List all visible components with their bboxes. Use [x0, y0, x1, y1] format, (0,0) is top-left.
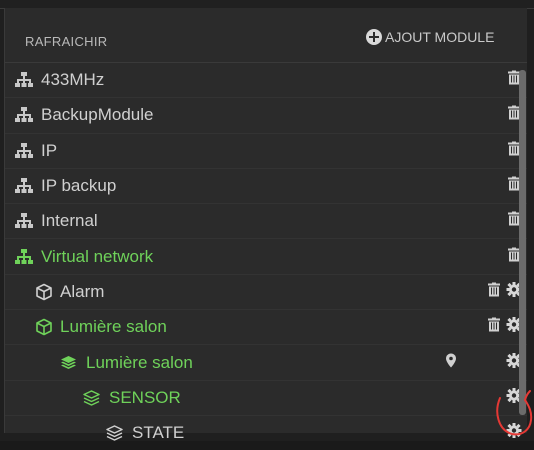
network-icon — [15, 107, 33, 123]
add-module-button[interactable]: AJOUT MODULE — [366, 29, 494, 45]
module-row-lumiere-salon[interactable]: Lumière salon — [5, 310, 527, 346]
trash-icon[interactable] — [488, 282, 500, 301]
network-row-433mhz[interactable]: 433MHz — [5, 63, 527, 99]
network-label: Internal — [41, 211, 98, 231]
network-icon — [15, 142, 33, 159]
network-label: IP — [41, 140, 58, 160]
network-icon — [15, 72, 33, 88]
device-row-state[interactable]: STATE — [5, 416, 527, 450]
network-icon — [15, 248, 33, 265]
network-row-ip-backup[interactable]: IP backup — [5, 169, 527, 205]
module-panel: RAFRAICHIR AJOUT MODULE 433MHz BackupMod… — [4, 8, 527, 442]
network-icon — [15, 178, 33, 194]
layers-icon — [60, 355, 77, 371]
annotation-circle — [496, 390, 534, 443]
module-label: Alarm — [60, 281, 105, 301]
network-row-ip[interactable]: IP — [5, 134, 527, 169]
network-label: Virtual network — [41, 246, 154, 266]
module-label: Lumière salon — [60, 317, 167, 337]
network-row-internal[interactable]: Internal — [5, 204, 527, 240]
cube-icon — [35, 318, 53, 336]
module-row-alarm[interactable]: Alarm — [5, 275, 527, 311]
device-label: SENSOR — [109, 387, 181, 407]
network-icon — [15, 213, 33, 229]
panel-header: RAFRAICHIR AJOUT MODULE — [5, 16, 527, 63]
network-label: IP backup — [41, 176, 117, 196]
map-pin-icon[interactable] — [446, 353, 456, 372]
device-label: STATE — [132, 423, 185, 443]
layers-icon — [106, 425, 123, 441]
device-row-sensor[interactable]: SENSOR — [5, 381, 527, 416]
add-module-label: AJOUT MODULE — [385, 29, 495, 45]
device-row-lumiere-salon[interactable]: Lumière salon — [5, 345, 527, 381]
network-row-backupmodule[interactable]: BackupModule — [5, 98, 527, 134]
refresh-button[interactable]: RAFRAICHIR — [25, 34, 107, 49]
app-frame: RAFRAICHIR AJOUT MODULE 433MHz BackupMod… — [0, 0, 534, 443]
network-row-virtual-network[interactable]: Virtual network — [5, 239, 527, 275]
trash-icon[interactable] — [488, 317, 500, 337]
scrollbar[interactable] — [519, 70, 526, 415]
layers-icon — [83, 390, 100, 406]
network-label: BackupModule — [41, 105, 154, 125]
network-label: 433MHz — [41, 70, 105, 90]
device-label: Lumière salon — [86, 352, 193, 372]
module-tree: 433MHz BackupModule IP IP backup Interna… — [5, 63, 527, 450]
plus-circle-icon — [366, 29, 382, 45]
cube-icon — [35, 283, 53, 301]
